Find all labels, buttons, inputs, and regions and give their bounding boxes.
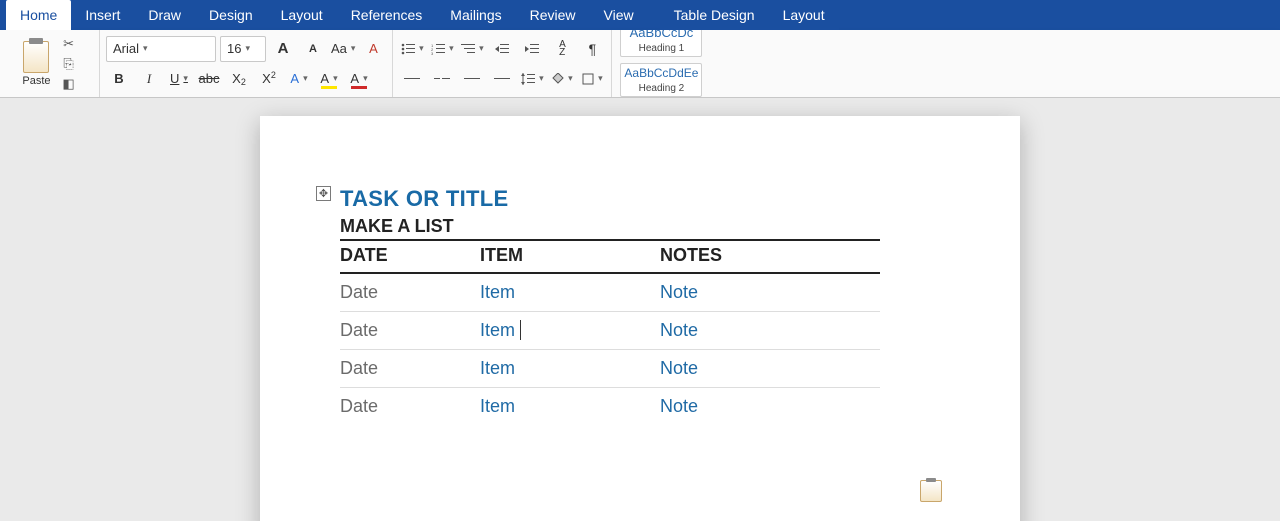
group-font: Arial 16 A A Aa A B I U abc X2 X2 A A A (100, 30, 393, 97)
copy-button[interactable]: ⎘ (61, 56, 77, 72)
subscript-button[interactable]: X2 (226, 66, 252, 92)
style-heading-2[interactable]: AaBbCcDdEe Heading 2 (620, 63, 702, 97)
style-sample: AaBbCcDdEe (624, 66, 698, 80)
italic-button[interactable]: I (136, 66, 162, 92)
borders-button[interactable] (579, 66, 605, 92)
clear-formatting-button[interactable]: A (360, 36, 386, 62)
font-size-select[interactable]: 16 (220, 36, 266, 62)
paste-options-icon[interactable] (920, 480, 942, 502)
list-table[interactable]: DATE ITEM NOTES DateItemNoteDateItem Not… (340, 239, 880, 425)
change-case-button[interactable]: Aa (330, 36, 356, 62)
align-center-button[interactable] (429, 66, 455, 92)
cell-note[interactable]: Note (660, 350, 880, 388)
cell-date[interactable]: Date (340, 350, 480, 388)
cell-note[interactable]: Note (660, 273, 880, 312)
strikethrough-button[interactable]: abc (196, 66, 222, 92)
cell-item[interactable]: Item (480, 388, 660, 426)
format-painter-button[interactable]: ◧ (61, 76, 77, 92)
cell-date[interactable]: Date (340, 273, 480, 312)
cut-button[interactable]: ✂ (61, 36, 77, 52)
tab-review[interactable]: Review (516, 0, 590, 30)
style-label: Heading 2 (639, 83, 685, 94)
cell-note[interactable]: Note (660, 388, 880, 426)
tab-layout[interactable]: Layout (267, 0, 337, 30)
group-clipboard: Paste ✂ ⎘ ◧ (0, 30, 100, 97)
cell-item[interactable]: Item (480, 350, 660, 388)
tab-mailings[interactable]: Mailings (436, 0, 515, 30)
line-spacing-button[interactable] (519, 66, 545, 92)
col-item[interactable]: ITEM (480, 240, 660, 273)
style-heading-1[interactable]: AaBbCcDc Heading 1 (620, 30, 702, 57)
table-row[interactable]: DateItemNote (340, 273, 880, 312)
tab-draw[interactable]: Draw (134, 0, 195, 30)
ribbon-tabstrip: HomeInsertDrawDesignLayoutReferencesMail… (0, 0, 1280, 30)
grow-font-button[interactable]: A (270, 36, 296, 62)
font-name-select[interactable]: Arial (106, 36, 216, 62)
group-styles: AaBbCcDdEeNormalAaBbCcDdEeNo SpacingAaBb… (612, 30, 710, 97)
tab-table-design[interactable]: Table Design (660, 0, 769, 30)
cell-item[interactable]: Item (480, 273, 660, 312)
tab-view[interactable]: View (590, 0, 648, 30)
highlight-button[interactable]: A (316, 66, 342, 92)
shading-button[interactable] (549, 66, 575, 92)
cell-date[interactable]: Date (340, 312, 480, 350)
table-row[interactable]: DateItem Note (340, 312, 880, 350)
page[interactable]: ✥ TASK OR TITLE MAKE A LIST DATE ITEM NO… (260, 116, 1020, 521)
tab-layout[interactable]: Layout (769, 0, 839, 30)
paste-button[interactable]: Paste (22, 75, 50, 87)
underline-button[interactable]: U (166, 66, 192, 92)
table-move-handle[interactable]: ✥ (316, 186, 331, 201)
doc-title[interactable]: TASK OR TITLE (340, 186, 940, 212)
shrink-font-button[interactable]: A (300, 36, 326, 62)
col-notes[interactable]: NOTES (660, 240, 880, 273)
numbering-button[interactable]: 123 (429, 36, 455, 62)
cell-date[interactable]: Date (340, 388, 480, 426)
table-header-row: DATE ITEM NOTES (340, 240, 880, 273)
superscript-button[interactable]: X2 (256, 66, 282, 92)
multilevel-list-button[interactable] (459, 36, 485, 62)
paste-icon[interactable] (23, 41, 49, 73)
tab-insert[interactable]: Insert (71, 0, 134, 30)
bold-button[interactable]: B (106, 66, 132, 92)
align-left-button[interactable] (399, 66, 425, 92)
cell-note[interactable]: Note (660, 312, 880, 350)
cell-item[interactable]: Item (480, 312, 660, 350)
doc-subtitle[interactable]: MAKE A LIST (340, 216, 940, 237)
show-marks-button[interactable]: ¶ (579, 36, 605, 62)
ribbon: Paste ✂ ⎘ ◧ Arial 16 A A Aa A B I U abc … (0, 30, 1280, 98)
tab-design[interactable]: Design (195, 0, 267, 30)
tab-references[interactable]: References (337, 0, 437, 30)
align-right-button[interactable] (459, 66, 485, 92)
col-date[interactable]: DATE (340, 240, 480, 273)
svg-text:3: 3 (431, 51, 434, 55)
table-row[interactable]: DateItemNote (340, 350, 880, 388)
increase-indent-button[interactable] (519, 36, 545, 62)
tab-home[interactable]: Home (6, 0, 71, 30)
document-canvas[interactable]: ✥ TASK OR TITLE MAKE A LIST DATE ITEM NO… (0, 98, 1280, 521)
style-label: Heading 1 (639, 43, 685, 54)
style-sample: AaBbCcDc (630, 30, 694, 40)
justify-button[interactable] (489, 66, 515, 92)
text-effects-button[interactable]: A (286, 66, 312, 92)
bullets-button[interactable] (399, 36, 425, 62)
font-color-button[interactable]: A (346, 66, 372, 92)
group-paragraph: 123 A Z ¶ (393, 30, 612, 97)
sort-button[interactable]: A Z (549, 36, 575, 62)
table-row[interactable]: DateItemNote (340, 388, 880, 426)
decrease-indent-button[interactable] (489, 36, 515, 62)
